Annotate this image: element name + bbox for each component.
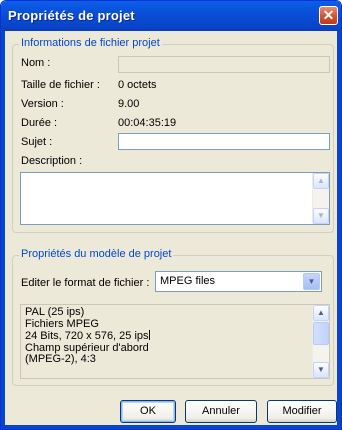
close-button[interactable]: ✕ <box>319 6 338 25</box>
version-label: Version : <box>21 98 64 110</box>
format-label: Editer le format de fichier : <box>21 277 150 289</box>
detail-line-5: (MPEG-2), 4:3 <box>25 353 96 365</box>
scroll-down-icon[interactable]: ▼ <box>313 362 329 378</box>
ok-button[interactable]: OK <box>120 400 176 423</box>
subject-label: Sujet : <box>21 136 53 148</box>
description-textarea[interactable]: ▲ ▼ <box>20 172 330 225</box>
window-frame-bottom <box>1 425 341 429</box>
file-info-group: Informations de fichier projet Nom : Tai… <box>12 37 334 233</box>
title-bar[interactable]: Propriétés de projet ✕ <box>1 1 341 31</box>
description-label: Description : <box>21 155 83 167</box>
detail-line-3: 24 Bits, 720 x 576, 25 ips <box>25 330 150 343</box>
description-scrollbar[interactable]: ▲ ▼ <box>312 173 329 224</box>
template-properties-legend: Propriétés du modèle de projet <box>19 248 174 260</box>
text-cursor <box>148 330 150 340</box>
duration-label: Durée : <box>21 117 58 129</box>
scroll-up-icon[interactable]: ▲ <box>313 305 329 321</box>
name-label: Nom : <box>21 57 51 69</box>
version-value: 9.00 <box>118 98 140 110</box>
template-properties-group: Propriétés du modèle de projet Editer le… <box>12 248 334 386</box>
scroll-up-icon[interactable]: ▲ <box>313 173 329 189</box>
detail-line-3-text: 24 Bits, 720 x 576, 25 ips <box>25 330 149 342</box>
template-details-textarea[interactable]: PAL (25 ips) Fichiers MPEG 24 Bits, 720 … <box>20 304 330 379</box>
file-info-legend: Informations de fichier projet <box>19 37 162 49</box>
file-size-label: Taille de fichier : <box>21 79 100 91</box>
subject-field[interactable] <box>118 133 330 150</box>
template-details-text: PAL (25 ips) Fichiers MPEG 24 Bits, 720 … <box>25 306 150 366</box>
window-frame-right <box>337 31 341 429</box>
template-details-scrollbar[interactable]: ▲ ▼ <box>312 305 329 378</box>
scroll-thumb[interactable] <box>313 322 329 345</box>
project-properties-dialog: Propriétés de projet ✕ Informations de f… <box>0 0 342 430</box>
modify-button[interactable]: Modifier <box>267 400 337 423</box>
window-frame-left <box>1 31 5 429</box>
duration-value: 00:04:35:19 <box>118 117 177 129</box>
detail-line-1: PAL (25 ips) <box>25 306 85 318</box>
format-selected-value: MPEG files <box>160 275 216 287</box>
format-dropdown[interactable]: MPEG files ▼ <box>155 271 322 292</box>
cancel-button[interactable]: Annuler <box>185 400 257 423</box>
file-size-value: 0 octets <box>118 79 157 91</box>
name-field[interactable] <box>118 56 330 73</box>
chevron-down-icon[interactable]: ▼ <box>303 273 320 290</box>
scroll-down-icon[interactable]: ▼ <box>313 208 329 224</box>
detail-line-2: Fichiers MPEG <box>25 317 99 330</box>
window-title: Propriétés de projet <box>8 8 135 23</box>
